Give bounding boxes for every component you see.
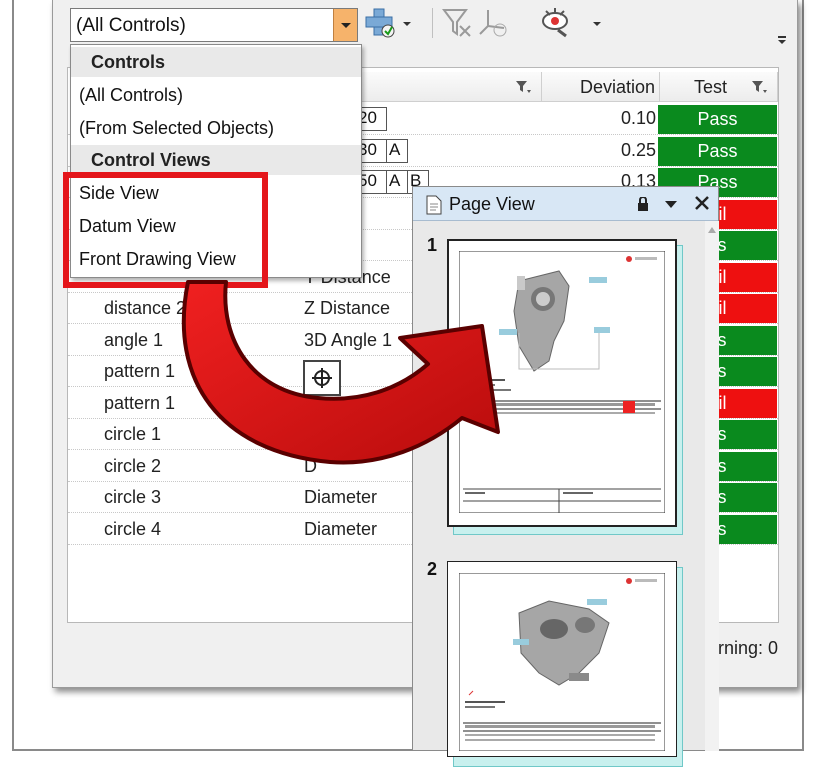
cell-control-name: pattern 1 bbox=[104, 392, 176, 413]
dropdown-section-header-controls: Controls bbox=[71, 47, 361, 77]
test-pass-badge: Pass bbox=[658, 136, 777, 166]
cell-control-type: 3D Angle 1 bbox=[304, 329, 393, 350]
combobox-dropdown-button[interactable] bbox=[333, 9, 357, 41]
cell-control-name: circle 3 bbox=[104, 487, 162, 507]
page-view-pane: Page View 1 2 bbox=[412, 186, 719, 767]
cell-deviation: 0.10 bbox=[620, 108, 656, 128]
cell-control-name: circle 2 bbox=[104, 455, 162, 476]
warning-count-status: rning: 0 bbox=[718, 638, 779, 658]
dropdown-item-from-selected-objects[interactable]: (From Selected Objects) bbox=[79, 118, 274, 139]
cell-control-name: pattern 1 bbox=[104, 361, 176, 381]
cell-control-type: Diameter bbox=[304, 487, 378, 507]
filter-clear-icon[interactable] bbox=[440, 6, 474, 40]
page-view-titlebar: Page View bbox=[413, 187, 718, 221]
control-view-combobox[interactable]: (All Controls) bbox=[70, 8, 358, 42]
pin-icon[interactable] bbox=[637, 197, 649, 211]
combobox-value: (All Controls) bbox=[76, 15, 186, 36]
report-page-preview bbox=[459, 251, 665, 513]
column-filter-icon[interactable] bbox=[515, 80, 531, 94]
page-number: 2 bbox=[427, 559, 438, 579]
cell-control-name: angle 1 bbox=[104, 329, 164, 350]
toolbar-separator bbox=[432, 8, 433, 38]
cell-control-type: Z Distance bbox=[304, 298, 391, 318]
dropdown-item-all-controls[interactable]: (All Controls) bbox=[79, 85, 183, 106]
callout-highlight-box bbox=[63, 172, 268, 288]
cell-deviation: 0.25 bbox=[620, 139, 656, 160]
column-header-test[interactable]: Test bbox=[660, 72, 778, 102]
cell-control-type: D bbox=[304, 455, 317, 476]
close-icon[interactable] bbox=[695, 196, 709, 210]
add-control-dropdown-icon[interactable] bbox=[403, 22, 411, 26]
column-header-deviation-label: Deviation bbox=[580, 77, 656, 97]
column-header-test-label: Test bbox=[694, 77, 728, 97]
page-view-scrollbar[interactable] bbox=[705, 221, 719, 751]
cell-control-name: circle 4 bbox=[104, 518, 162, 539]
axis-icon[interactable] bbox=[476, 6, 510, 40]
position-symbol-icon bbox=[303, 360, 341, 396]
page-number: 1 bbox=[427, 235, 438, 255]
cell-control-name: circle 1 bbox=[104, 424, 162, 444]
fcf-box: A bbox=[386, 138, 408, 163]
toolbar-overflow-icon[interactable] bbox=[778, 36, 786, 44]
report-page-preview bbox=[459, 573, 665, 751]
dropdown-section-header-control-views: Control Views bbox=[71, 145, 361, 175]
page-view-icon bbox=[426, 195, 442, 215]
cell-control-type: Diameter bbox=[304, 518, 378, 539]
test-pass-badge: Pass bbox=[658, 105, 777, 134]
column-header-deviation[interactable]: Deviation bbox=[542, 72, 660, 102]
scroll-up-icon[interactable] bbox=[708, 227, 716, 233]
eye-view-icon[interactable] bbox=[540, 6, 574, 40]
add-control-icon[interactable] bbox=[364, 6, 398, 40]
column-filter-icon[interactable] bbox=[751, 80, 767, 94]
pane-menu-chevron-icon[interactable] bbox=[665, 201, 677, 209]
eye-view-dropdown-icon[interactable] bbox=[593, 22, 601, 26]
cell-control-name: distance 2 bbox=[104, 298, 187, 318]
fcf-box: A bbox=[386, 170, 408, 194]
page-view-title: Page View bbox=[449, 194, 535, 214]
column-header-type[interactable] bbox=[362, 72, 542, 102]
